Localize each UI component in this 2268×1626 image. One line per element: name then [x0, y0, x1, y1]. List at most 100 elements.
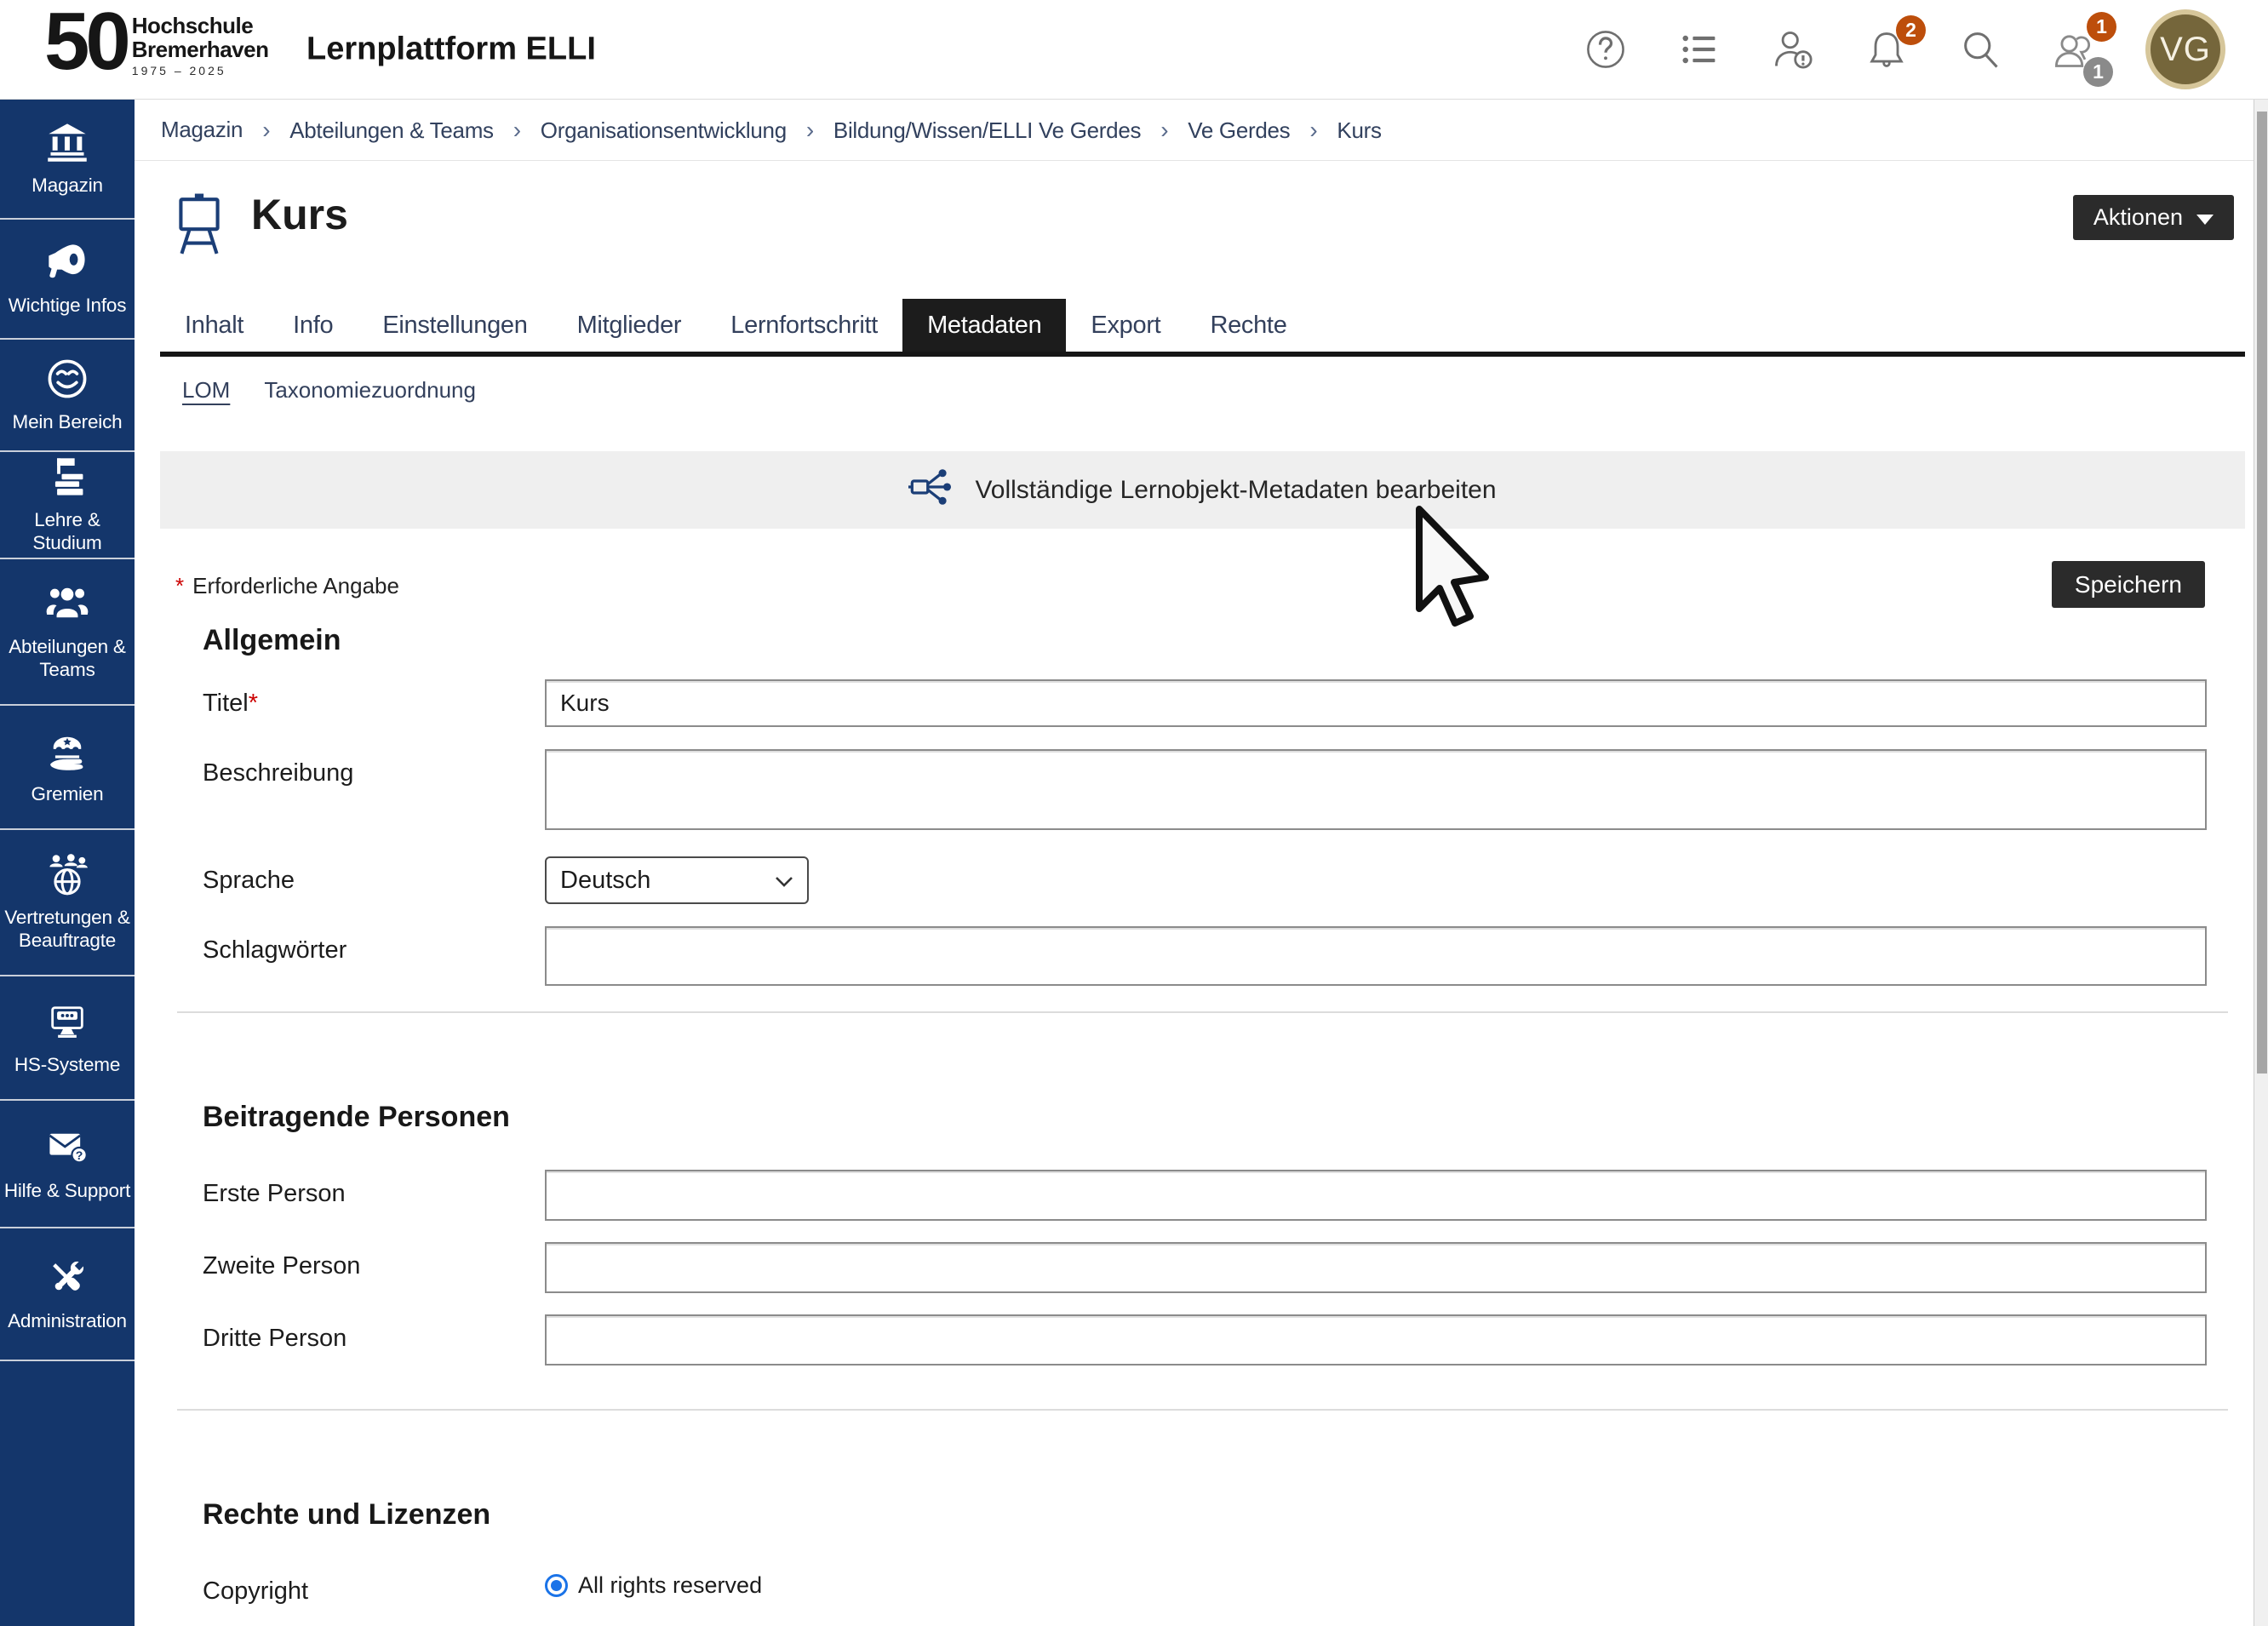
tab-lernfortschritt[interactable]: Lernfortschritt [706, 299, 902, 352]
sidebar-item-abteilungen-teams[interactable]: Abteilungen & Teams [0, 559, 135, 706]
notifications-bell-icon[interactable]: 2 [1864, 27, 1909, 72]
sidebar-item-label: Mein Bereich [11, 411, 124, 434]
committee-icon [45, 729, 89, 773]
page-title: Kurs [251, 190, 348, 239]
required-asterisk: * [175, 573, 184, 598]
breadcrumb: Magazin Abteilungen & Teams Organisation… [135, 100, 2254, 161]
sidebar-item-vertretungen-beauftragte[interactable]: Vertretungen & Beauftragte [0, 830, 135, 976]
chevron-down-icon [775, 867, 793, 895]
search-icon[interactable] [1958, 27, 2002, 72]
subtab-taxonomiezuordnung[interactable]: Taxonomiezuordnung [264, 377, 476, 404]
user-status-icon[interactable] [1771, 27, 1815, 72]
save-button[interactable]: Speichern [2052, 561, 2205, 608]
todo-list-icon[interactable] [1677, 27, 1721, 72]
beschreibung-textarea[interactable] [545, 749, 2207, 830]
titel-label: Titel* [160, 679, 545, 727]
sidebar-item-gremien[interactable]: Gremien [0, 706, 135, 830]
subtab-lom[interactable]: LOM [182, 377, 230, 404]
copyright-radio-selected[interactable] [545, 1574, 568, 1597]
section-heading-allgemein: Allgemein [203, 624, 2245, 657]
form-row-erste-person: Erste Person [160, 1170, 2245, 1221]
sidebar-item-wichtige-infos[interactable]: Wichtige Infos [0, 220, 135, 340]
tab-einstellungen[interactable]: Einstellungen [358, 299, 552, 352]
sidebar-item-label: Administration [6, 1310, 129, 1333]
tab-inhalt[interactable]: Inhalt [160, 299, 268, 352]
sidebar-item-label: Vertretungen & Beauftragte [0, 907, 135, 952]
app-title: Lernplattform ELLI [306, 31, 596, 68]
actions-button[interactable]: Aktionen [2073, 195, 2234, 240]
sidebar-item-label: Wichtige Infos [7, 295, 129, 318]
monitor-icon [45, 999, 89, 1044]
page-title-row: Kurs Aktionen [160, 193, 2245, 261]
contacts-icon[interactable]: 1 1 [2052, 27, 2096, 72]
form-row-zweite-person: Zweite Person [160, 1242, 2245, 1293]
scrollbar-track[interactable] [2254, 100, 2268, 1626]
section-heading-beitragende: Beitragende Personen [203, 1101, 2245, 1134]
main-area: Magazin Abteilungen & Teams Organisation… [135, 100, 2254, 1626]
tab-metadaten[interactable]: Metadaten [902, 299, 1066, 352]
section-divider [177, 1409, 2228, 1411]
breadcrumb-link[interactable]: Magazin [161, 117, 243, 142]
sprache-label: Sprache [160, 856, 545, 904]
beschreibung-label: Beschreibung [160, 749, 545, 834]
dritte-person-input[interactable] [545, 1314, 2207, 1365]
sidebar-item-label: Magazin [30, 175, 105, 198]
books-icon [45, 455, 89, 499]
avatar[interactable]: VG [2145, 9, 2225, 89]
form-row-copyright: Copyright All rights reserved [160, 1567, 2245, 1606]
sidebar-item-hs-systeme[interactable]: HS-Systeme [0, 976, 135, 1101]
course-easel-icon [175, 193, 224, 261]
help-icon[interactable] [1584, 27, 1628, 72]
breadcrumb-link[interactable]: Bildung/Wissen/ELLI Ve Gerdes [833, 117, 1141, 143]
edit-full-metadata-banner[interactable]: Vollständige Lernobjekt-Metadaten bearbe… [160, 451, 2245, 529]
header-icon-bar: 2 1 1 VG [1584, 0, 2225, 99]
logo-50: 50 [44, 7, 127, 77]
notifications-badge: 2 [1896, 15, 1926, 45]
schlagwoerter-input[interactable] [545, 926, 2207, 986]
tab-info[interactable]: Info [268, 299, 358, 352]
erste-person-input[interactable] [545, 1170, 2207, 1221]
sidebar-item-hilfe-support[interactable]: ? Hilfe & Support [0, 1101, 135, 1228]
form-row-beschreibung: Beschreibung [160, 749, 2245, 834]
scrollbar-thumb[interactable] [2257, 112, 2267, 1074]
contacts-badge-gray: 1 [2083, 57, 2113, 87]
section-heading-rechte: Rechte und Lizenzen [203, 1498, 2245, 1532]
app-window: 50 Hochschule Bremerhaven 1975 – 2025 Le… [0, 0, 2268, 1626]
sprache-select[interactable]: Deutsch [545, 856, 809, 904]
breadcrumb-link[interactable]: Abteilungen & Teams [289, 117, 494, 143]
sidebar-item-administration[interactable]: Administration [0, 1228, 135, 1361]
required-asterisk: * [249, 690, 258, 717]
sidebar-item-mein-bereich[interactable]: Mein Bereich [0, 340, 135, 452]
tab-mitglieder[interactable]: Mitglieder [553, 299, 707, 352]
sprache-selected-value: Deutsch [560, 867, 650, 895]
section-divider [177, 1011, 2228, 1013]
megaphone-icon [45, 240, 89, 284]
hochschule-bremerhaven-logo[interactable]: 50 Hochschule Bremerhaven 1975 – 2025 [44, 7, 268, 77]
form-row-titel: Titel* [160, 679, 2245, 727]
logo-line2: Bremerhaven [132, 38, 269, 61]
form-row-sprache: Sprache Deutsch [160, 856, 2245, 904]
sidebar-item-label: Gremien [30, 783, 106, 806]
form-row-dritte-person: Dritte Person [160, 1314, 2245, 1365]
breadcrumb-link[interactable]: Ve Gerdes [1188, 117, 1290, 143]
sidebar-item-label: HS-Systeme [13, 1054, 122, 1077]
schlagwoerter-label: Schlagwörter [160, 926, 545, 986]
tab-export[interactable]: Export [1066, 299, 1185, 352]
dritte-person-label: Dritte Person [160, 1314, 545, 1365]
logo-line1: Hochschule [132, 14, 269, 37]
sidebar-item-magazin[interactable]: Magazin [0, 100, 135, 220]
sidebar: Magazin Wichtige Infos Mein Bereich Lehr… [0, 100, 135, 1626]
tools-icon [45, 1256, 89, 1300]
top-header: 50 Hochschule Bremerhaven 1975 – 2025 Le… [0, 0, 2268, 100]
copyright-label: Copyright [160, 1567, 545, 1606]
banner-label: Vollständige Lernobjekt-Metadaten bearbe… [975, 476, 1496, 505]
tab-rechte[interactable]: Rechte [1185, 299, 1311, 352]
svg-text:?: ? [76, 1148, 83, 1162]
breadcrumb-link[interactable]: Organisationsentwicklung [541, 117, 787, 143]
tab-bar: Inhalt Info Einstellungen Mitglieder Ler… [160, 299, 2245, 357]
zweite-person-input[interactable] [545, 1242, 2207, 1293]
breadcrumb-current[interactable]: Kurs [1337, 117, 1381, 143]
smiley-icon [45, 357, 89, 401]
titel-input[interactable] [545, 679, 2207, 727]
sidebar-item-lehre-studium[interactable]: Lehre & Studium [0, 452, 135, 559]
